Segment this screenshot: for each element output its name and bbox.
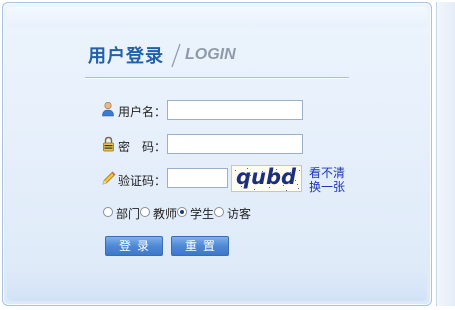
- title-slash-divider: [171, 43, 181, 68]
- username-input[interactable]: [167, 100, 303, 120]
- pencil-icon: [102, 171, 116, 185]
- password-label: 密 码：: [118, 140, 167, 154]
- reset-button[interactable]: 重置: [171, 236, 229, 256]
- captcha-label: 验证码：: [118, 174, 167, 188]
- radio-department[interactable]: [103, 207, 113, 217]
- role-label-teacher: 教师: [153, 207, 178, 221]
- captcha-input[interactable]: [167, 168, 228, 188]
- role-option-visitor[interactable]: 访客: [214, 205, 251, 222]
- role-label-department: 部门: [116, 207, 141, 221]
- login-button[interactable]: 登录: [105, 236, 163, 256]
- panel-bottom-bar: [7, 273, 427, 301]
- role-label-visitor: 访客: [227, 207, 252, 221]
- radio-teacher[interactable]: [140, 207, 151, 217]
- user-icon: [102, 101, 114, 117]
- password-input[interactable]: [167, 134, 303, 154]
- role-option-department[interactable]: 部门: [103, 205, 140, 222]
- title-underline: [85, 77, 349, 79]
- captcha-image[interactable]: qubd: [231, 165, 302, 192]
- window-edge: [436, 2, 455, 306]
- panel-top-bar: [7, 7, 427, 27]
- role-option-teacher[interactable]: 教师: [140, 205, 177, 222]
- lock-icon: [103, 136, 114, 152]
- title-chinese: 用户登录: [88, 46, 164, 67]
- refresh-captcha-link[interactable]: 看不清换一张: [309, 166, 349, 194]
- role-label-student: 学生: [190, 207, 215, 221]
- role-radio-group: 部门 教师 学生 访客: [103, 205, 251, 223]
- username-label: 用户名：: [118, 105, 167, 119]
- role-option-student[interactable]: 学生: [177, 205, 214, 222]
- title-english: LOGIN: [185, 46, 236, 63]
- radio-student[interactable]: [177, 207, 188, 217]
- captcha-text: qubd: [236, 165, 297, 189]
- radio-visitor[interactable]: [214, 207, 225, 217]
